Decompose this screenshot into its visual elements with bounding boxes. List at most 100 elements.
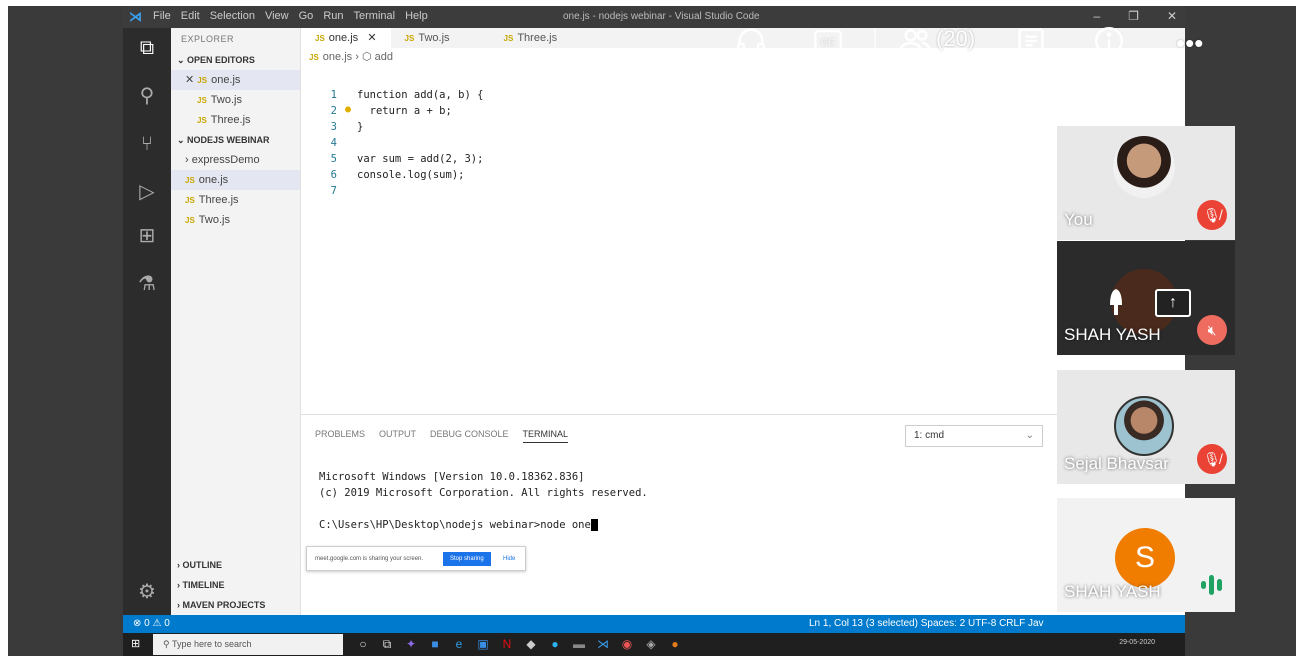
folder-item[interactable]: › expressDemo [171, 150, 300, 170]
more-options-icon[interactable]: ••• [1176, 30, 1203, 76]
stop-sharing-button[interactable]: Stop sharing [443, 552, 491, 566]
tab-three-js[interactable]: JS Three.js [490, 28, 572, 48]
open-editor-item[interactable]: JS Three.js [171, 110, 300, 130]
mic-off-icon[interactable]: 🎙︎̸ [1197, 444, 1227, 474]
menu-selection[interactable]: Selection [210, 10, 255, 22]
code-line: var sum = add(2, 3); [357, 153, 484, 165]
sidebar-bottom-sections: › OUTLINE › TIMELINE › MAVEN PROJECTS [171, 555, 301, 615]
mic-off-icon[interactable]: 🎙︎̸ [1197, 200, 1227, 230]
participant-tile[interactable]: Sejal Bhavsar 🎙︎̸ [1057, 370, 1235, 484]
lightbulb-icon[interactable]: ● [345, 104, 351, 115]
volume-off-icon[interactable]: 🔇︎ [1197, 315, 1227, 345]
close-window-button[interactable]: ✕ [1167, 9, 1177, 23]
app-icon[interactable]: ▬ [571, 636, 587, 652]
file-item[interactable]: JS one.js [171, 170, 300, 190]
code-editor[interactable]: 1 2 3 4 5 6 7 function add(a, b) { retur… [301, 64, 1185, 414]
edge-icon[interactable]: e [451, 636, 467, 652]
problems-indicator[interactable]: ⊗ 0 ⚠ 0 [133, 618, 170, 629]
app-icon[interactable]: ✦ [403, 636, 419, 652]
participant-tile[interactable]: S SHAH YASH [1057, 498, 1235, 612]
tab-one-js[interactable]: JS one.js ✕ [301, 28, 391, 48]
cortana-icon[interactable]: ○ [355, 636, 371, 652]
participants-button[interactable]: (20) [898, 24, 975, 64]
vscode-window: ⋊ File Edit Selection View Go Run Termin… [123, 6, 1185, 656]
close-editor-icon[interactable]: ✕ [185, 74, 194, 86]
terminal-select[interactable]: 1: cmd ⌄ [905, 425, 1043, 447]
vscode-taskbar-icon[interactable]: ⋊ [595, 636, 611, 652]
testing-icon[interactable]: ⚗ [135, 272, 159, 296]
app-icon[interactable]: ◈ [643, 636, 659, 652]
menu-file[interactable]: File [153, 10, 171, 22]
terminal-output[interactable]: Microsoft Windows [Version 10.0.18362.83… [319, 469, 648, 533]
windows-taskbar: ⊞ ⚲ Type here to search ○ ⧉ ✦ ■ e ▣ N ◆ … [123, 633, 1185, 656]
participant-tile[interactable]: ↑ SHAH YASH 🔇︎ [1057, 241, 1235, 355]
info-icon[interactable] [1092, 24, 1126, 64]
participants-count: (20) [936, 26, 976, 51]
outline-section[interactable]: › OUTLINE [171, 555, 301, 575]
participant-avatar: S [1115, 528, 1175, 588]
captions-icon[interactable]: CC [811, 24, 845, 64]
section-label: MAVEN PROJECTS [182, 600, 266, 610]
status-right-info[interactable]: Ln 1, Col 13 (3 selected) Spaces: 2 UTF-… [809, 618, 1044, 629]
menu-run[interactable]: Run [323, 10, 343, 22]
extensions-icon[interactable]: ⊞ [135, 224, 159, 248]
menu-help[interactable]: Help [405, 10, 428, 22]
chrome-icon[interactable]: ◉ [619, 636, 635, 652]
file-item-name: one.js [198, 174, 229, 186]
app-icon[interactable]: ◆ [523, 636, 539, 652]
run-debug-icon[interactable]: ▷ [135, 180, 159, 204]
tab-output[interactable]: OUTPUT [379, 429, 416, 443]
source-control-icon[interactable]: ⑂ [135, 132, 159, 156]
file-item[interactable]: JS Three.js [171, 190, 300, 210]
explorer-title: EXPLORER [181, 34, 235, 44]
tab-debug-console[interactable]: DEBUG CONSOLE [430, 429, 509, 443]
app-icon[interactable]: ● [547, 636, 563, 652]
minimize-button[interactable]: – [1093, 9, 1100, 23]
toolbar-divider [874, 28, 876, 60]
app-icon[interactable]: ● [667, 636, 683, 652]
files-icon[interactable]: ⧉ [135, 36, 159, 60]
speaking-indicator-icon [1199, 572, 1225, 598]
open-editor-item[interactable]: ✕ JS one.js [171, 70, 300, 90]
open-editors-header[interactable]: ⌄ OPEN EDITORS [171, 50, 300, 70]
line-number: 4 [330, 137, 337, 149]
store-icon[interactable]: ▣ [475, 636, 491, 652]
participant-name: Sejal Bhavsar [1064, 454, 1169, 473]
close-tab-icon[interactable]: ✕ [367, 32, 376, 44]
tab-problems[interactable]: PROBLEMS [315, 429, 365, 443]
windows-start-icon[interactable]: ⊞ [131, 639, 142, 650]
tab-two-js[interactable]: JS Two.js [391, 28, 464, 48]
left-letterbox [8, 6, 123, 656]
taskbar-search[interactable]: ⚲ Type here to search [153, 634, 343, 655]
taskbar-apps: ○ ⧉ ✦ ■ e ▣ N ◆ ● ▬ ⋊ ◉ ◈ ● [355, 636, 683, 652]
breadcrumb-symbol[interactable]: add [375, 51, 393, 63]
timeline-section[interactable]: › TIMELINE [171, 575, 301, 595]
js-file-icon: JS [185, 176, 195, 185]
maven-section[interactable]: › MAVEN PROJECTS [171, 595, 301, 615]
menu-go[interactable]: Go [299, 10, 314, 22]
open-editor-item[interactable]: JS Two.js [171, 90, 300, 110]
vscode-logo-icon: ⋊ [129, 9, 142, 24]
hide-button[interactable]: Hide [503, 556, 515, 562]
chat-icon[interactable] [1014, 24, 1048, 64]
menu-terminal[interactable]: Terminal [354, 10, 396, 22]
menu-edit[interactable]: Edit [181, 10, 200, 22]
task-view-icon[interactable]: ⧉ [379, 636, 395, 652]
app-icon[interactable]: ■ [427, 636, 443, 652]
menu-view[interactable]: View [265, 10, 289, 22]
folder-header[interactable]: ⌄ NODEJS WEBINAR [171, 130, 300, 150]
settings-gear-icon[interactable]: ⚙ [135, 580, 159, 604]
maximize-button[interactable]: ❐ [1128, 9, 1139, 23]
panel-tabs: PROBLEMS OUTPUT DEBUG CONSOLE TERMINAL [315, 429, 569, 443]
participant-tile[interactable]: You 🎙︎̸ [1057, 126, 1235, 240]
open-editor-name: Two.js [210, 94, 242, 106]
netflix-icon[interactable]: N [499, 636, 515, 652]
headphones-icon[interactable] [734, 24, 768, 64]
tab-terminal[interactable]: TERMINAL [522, 429, 569, 443]
breadcrumb-file[interactable]: one.js [323, 51, 352, 63]
js-file-icon: JS [185, 216, 195, 225]
search-icon[interactable]: ⚲ [135, 84, 159, 108]
file-item[interactable]: JS Two.js [171, 210, 300, 230]
folder-item-name: expressDemo [191, 154, 260, 166]
